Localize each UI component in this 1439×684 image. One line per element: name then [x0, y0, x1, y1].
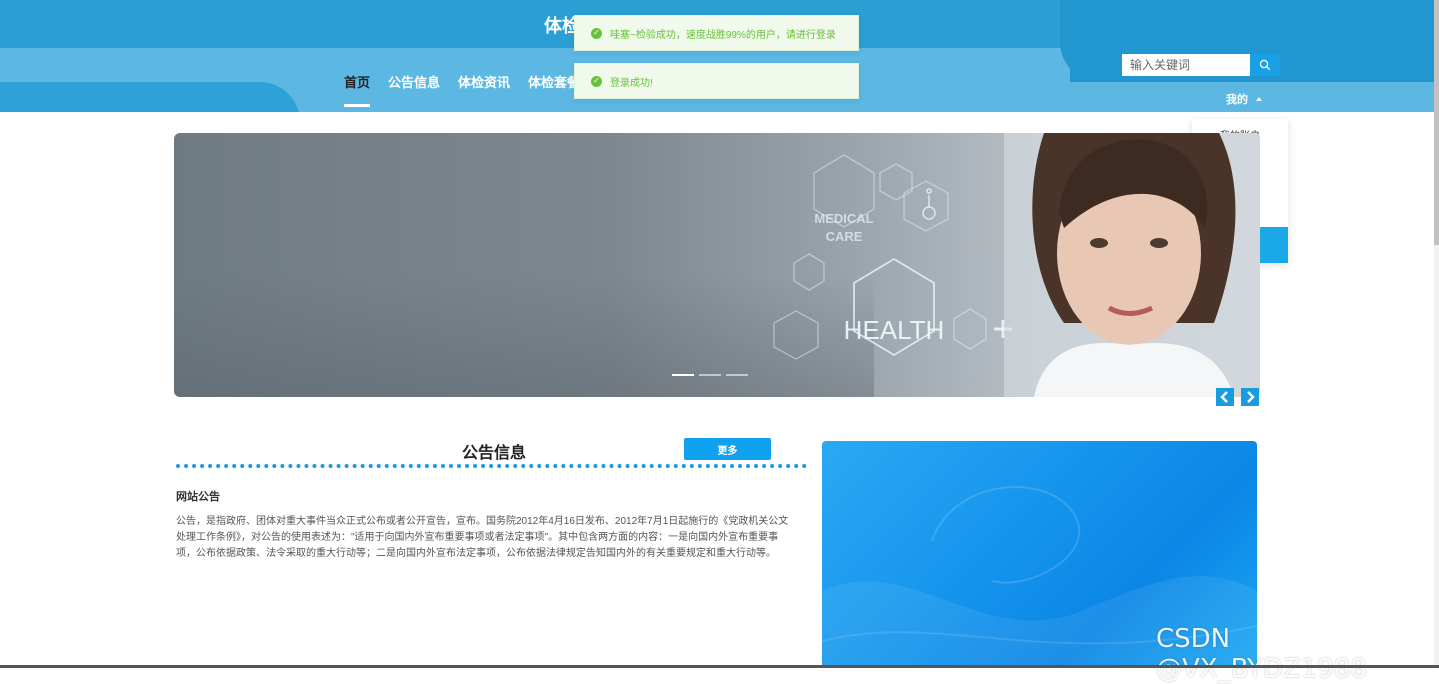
- chevron-left-icon: [1220, 391, 1228, 403]
- carousel-dot-2[interactable]: [699, 374, 721, 376]
- toast-text: 登录成功!: [610, 77, 653, 89]
- check-circle-icon: ✓: [591, 75, 602, 87]
- nav-item-announcements[interactable]: 公告信息: [388, 72, 440, 107]
- section-divider: [176, 464, 807, 468]
- header-wave-left-inner: [0, 82, 300, 112]
- notice-section-title: 公告信息: [462, 445, 527, 462]
- main-nav: 首页 公告信息 体检资讯 体检套餐: [344, 72, 580, 107]
- banner-text-health: HEALTH: [844, 315, 945, 345]
- notice-subtitle: 网站公告: [176, 491, 220, 503]
- nav-item-checkup-packages[interactable]: 体检套餐: [528, 72, 580, 107]
- banner-text-care: CARE: [826, 229, 863, 244]
- toast-verify-success: ✓ 哇塞~检验成功，速度战胜99%的用户，请进行登录: [574, 15, 859, 51]
- notice-body: 公告，是指政府、团体对重大事件当众正式公布或者公开宣告，宣布。国务院2012年4…: [176, 516, 789, 559]
- nav-item-health-news[interactable]: 体检资讯: [458, 72, 510, 107]
- hero-banner[interactable]: MEDICAL CARE HEALTH: [174, 133, 1260, 397]
- doctor-portrait: [1004, 133, 1260, 397]
- my-menu-toggle[interactable]: 我的: [1226, 91, 1262, 107]
- nav-item-home[interactable]: 首页: [344, 72, 371, 107]
- more-button[interactable]: 更多: [684, 438, 771, 460]
- carousel-prev-button[interactable]: [1216, 388, 1234, 406]
- page-scrollbar[interactable]: [1434, 0, 1439, 668]
- my-menu-label: 我的: [1226, 94, 1248, 106]
- watermark-text: CSDN @VX_BYDZ1988: [1156, 624, 1367, 684]
- carousel-dot-3[interactable]: [726, 374, 748, 376]
- search-bar: [1122, 54, 1280, 76]
- toast-text: 哇塞~检验成功，速度战胜99%的用户，请进行登录: [610, 29, 836, 41]
- check-circle-icon: ✓: [591, 27, 602, 39]
- search-icon: [1259, 59, 1271, 71]
- toast-login-success: ✓ 登录成功!: [574, 63, 859, 99]
- wheelchair-icon: [922, 188, 936, 220]
- chevron-right-icon: [1247, 391, 1255, 403]
- search-button[interactable]: [1250, 54, 1280, 76]
- banner-text-medical: MEDICAL: [814, 211, 873, 226]
- carousel-dots: [672, 374, 748, 376]
- search-input[interactable]: [1122, 54, 1250, 76]
- scrollbar-thumb[interactable]: [1434, 0, 1439, 245]
- carousel-next-button[interactable]: [1241, 388, 1259, 406]
- caret-up-icon: [1256, 97, 1262, 101]
- carousel-dot-1[interactable]: [672, 374, 694, 376]
